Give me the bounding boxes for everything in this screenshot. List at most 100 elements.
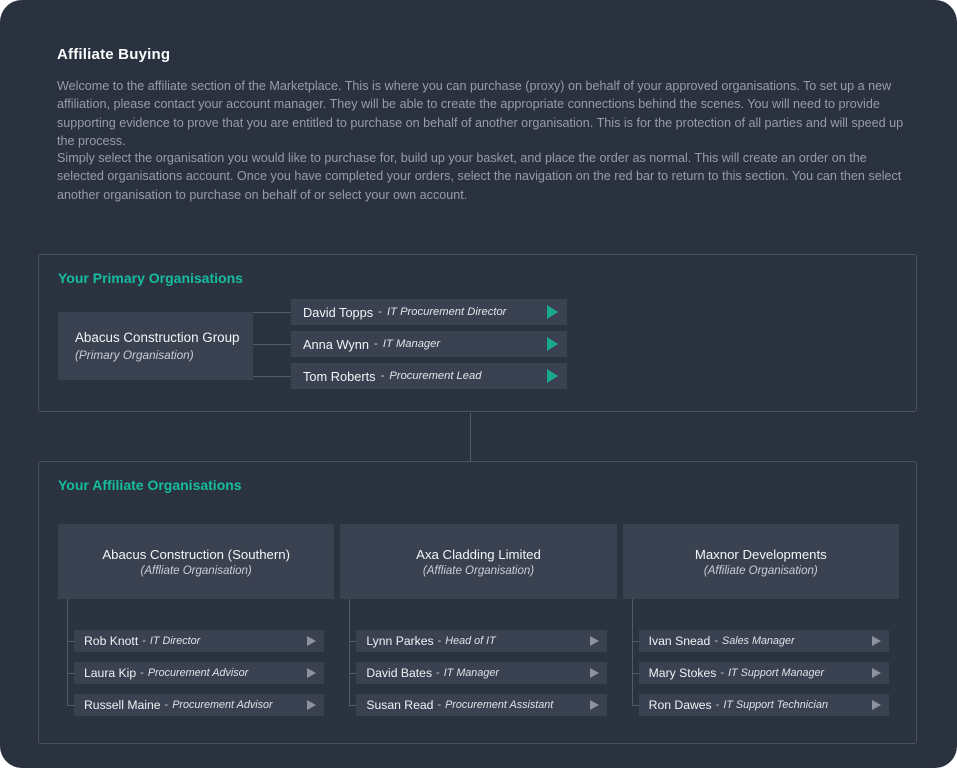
name-role-separator: - (142, 635, 146, 647)
primary-organisations-heading: Your Primary Organisations (58, 270, 243, 286)
affiliate-contact-list: Rob Knott - IT Director Laura Kip - Proc… (58, 599, 334, 716)
primary-contact-list: David Topps - IT Procurement Director An… (291, 299, 567, 395)
affiliate-org-subtitle: (Affliate Organisation) (141, 565, 252, 577)
select-contact-play-icon[interactable] (547, 369, 558, 383)
primary-contact-row-david-topps[interactable]: David Topps - IT Procurement Director (291, 299, 567, 325)
affiliate-contact-row-ron-dawes[interactable]: Ron Dawes - IT Support Technician (639, 694, 889, 716)
affiliate-org-name: Abacus Construction (Southern) (102, 547, 290, 562)
connector-line (632, 705, 640, 706)
select-contact-play-icon[interactable] (590, 700, 599, 710)
contact-role: Procurement Advisor (148, 667, 248, 679)
section-connector-line (470, 413, 471, 461)
page-title: Affiliate Buying (57, 46, 170, 63)
select-contact-play-icon[interactable] (872, 668, 881, 678)
affiliate-org-name: Maxnor Developments (695, 547, 827, 562)
primary-org-name: Abacus Construction Group (75, 330, 253, 345)
contact-name: Russell Maine (84, 698, 161, 712)
affiliate-organisations-heading: Your Affiliate Organisations (58, 477, 242, 493)
connector-line (349, 705, 357, 706)
affiliate-org-column-abacus-southern: Abacus Construction (Southern) (Affliate… (58, 524, 334, 726)
affiliate-contact-list: Lynn Parkes - Head of IT David Bates - I… (340, 599, 616, 716)
contact-role: Procurement Lead (389, 370, 481, 382)
affiliate-buying-page: Affiliate Buying Welcome to the affiliat… (0, 0, 957, 768)
affiliate-contact-row-russell-maine[interactable]: Russell Maine - Procurement Advisor (74, 694, 324, 716)
affiliate-org-card: Axa Cladding Limited (Affliate Organisat… (340, 524, 616, 599)
primary-contact-row-anna-wynn[interactable]: Anna Wynn - IT Manager (291, 331, 567, 357)
connector-line (67, 599, 68, 705)
select-contact-play-icon[interactable] (590, 668, 599, 678)
contact-role: IT Support Manager (728, 667, 824, 679)
name-role-separator: - (714, 635, 718, 647)
affiliate-org-card: Maxnor Developments (Affiliate Organisat… (623, 524, 899, 599)
name-role-separator: - (438, 635, 442, 647)
select-contact-play-icon[interactable] (307, 636, 316, 646)
contact-name: Rob Knott (84, 634, 138, 648)
connector-line (632, 641, 640, 642)
connector-line (349, 673, 357, 674)
contact-name: Ivan Snead (649, 634, 711, 648)
contact-role: IT Procurement Director (387, 306, 506, 318)
primary-contact-row-tom-roberts[interactable]: Tom Roberts - Procurement Lead (291, 363, 567, 389)
contact-name: Ron Dawes (649, 698, 712, 712)
affiliate-org-name: Axa Cladding Limited (416, 547, 541, 562)
affiliate-contact-row-david-bates[interactable]: David Bates - IT Manager (356, 662, 606, 684)
name-role-separator: - (437, 699, 441, 711)
primary-org-subtitle: (Primary Organisation) (75, 348, 253, 362)
affiliate-contact-row-ivan-snead[interactable]: Ivan Snead - Sales Manager (639, 630, 889, 652)
connector-line (253, 312, 291, 313)
affiliate-contact-row-lynn-parkes[interactable]: Lynn Parkes - Head of IT (356, 630, 606, 652)
name-role-separator: - (381, 370, 385, 382)
affiliate-contact-row-laura-kip[interactable]: Laura Kip - Procurement Advisor (74, 662, 324, 684)
select-contact-play-icon[interactable] (547, 305, 558, 319)
affiliate-organisations-panel: Your Affiliate Organisations Abacus Cons… (38, 461, 917, 744)
connector-line (253, 344, 291, 345)
contact-role: IT Manager (383, 338, 440, 350)
intro-paragraph-1: Welcome to the affiliate section of the … (57, 77, 913, 150)
select-contact-play-icon[interactable] (547, 337, 558, 351)
contact-name: David Topps (303, 305, 373, 320)
contact-name: Lynn Parkes (366, 634, 433, 648)
contact-role: Head of IT (445, 635, 495, 647)
connector-line (67, 705, 75, 706)
select-contact-play-icon[interactable] (590, 636, 599, 646)
name-role-separator: - (165, 699, 169, 711)
select-contact-play-icon[interactable] (307, 668, 316, 678)
contact-role: Sales Manager (722, 635, 795, 647)
affiliate-contact-list: Ivan Snead - Sales Manager Mary Stokes -… (623, 599, 899, 716)
name-role-separator: - (716, 699, 720, 711)
connector-line (349, 641, 357, 642)
contact-role: IT Director (150, 635, 200, 647)
affiliate-org-column-maxnor: Maxnor Developments (Affiliate Organisat… (623, 524, 899, 726)
contact-name: Tom Roberts (303, 369, 376, 384)
name-role-separator: - (436, 667, 440, 679)
contact-name: David Bates (366, 666, 432, 680)
connector-line (632, 673, 640, 674)
connector-line (67, 641, 75, 642)
contact-name: Susan Read (366, 698, 433, 712)
connector-line (253, 376, 291, 377)
affiliate-columns: Abacus Construction (Southern) (Affliate… (58, 524, 899, 726)
intro-paragraph-2: Simply select the organisation you would… (57, 149, 913, 204)
contact-role: Procurement Advisor (172, 699, 272, 711)
affiliate-org-subtitle: (Affiliate Organisation) (704, 565, 818, 577)
affiliate-org-subtitle: (Affliate Organisation) (423, 565, 534, 577)
name-role-separator: - (374, 338, 378, 350)
contact-role: IT Manager (444, 667, 499, 679)
contact-name: Mary Stokes (649, 666, 717, 680)
affiliate-contact-row-mary-stokes[interactable]: Mary Stokes - IT Support Manager (639, 662, 889, 684)
affiliate-contact-row-rob-knott[interactable]: Rob Knott - IT Director (74, 630, 324, 652)
name-role-separator: - (378, 306, 382, 318)
affiliate-org-card: Abacus Construction (Southern) (Affliate… (58, 524, 334, 599)
select-contact-play-icon[interactable] (307, 700, 316, 710)
name-role-separator: - (140, 667, 144, 679)
contact-name: Anna Wynn (303, 337, 369, 352)
connector-line (632, 599, 633, 705)
select-contact-play-icon[interactable] (872, 636, 881, 646)
contact-name: Laura Kip (84, 666, 136, 680)
affiliate-contact-row-susan-read[interactable]: Susan Read - Procurement Assistant (356, 694, 606, 716)
primary-org-card: Abacus Construction Group (Primary Organ… (58, 312, 253, 380)
select-contact-play-icon[interactable] (872, 700, 881, 710)
affiliate-org-column-axa-cladding: Axa Cladding Limited (Affliate Organisat… (340, 524, 616, 726)
name-role-separator: - (720, 667, 724, 679)
connector-line (349, 599, 350, 705)
